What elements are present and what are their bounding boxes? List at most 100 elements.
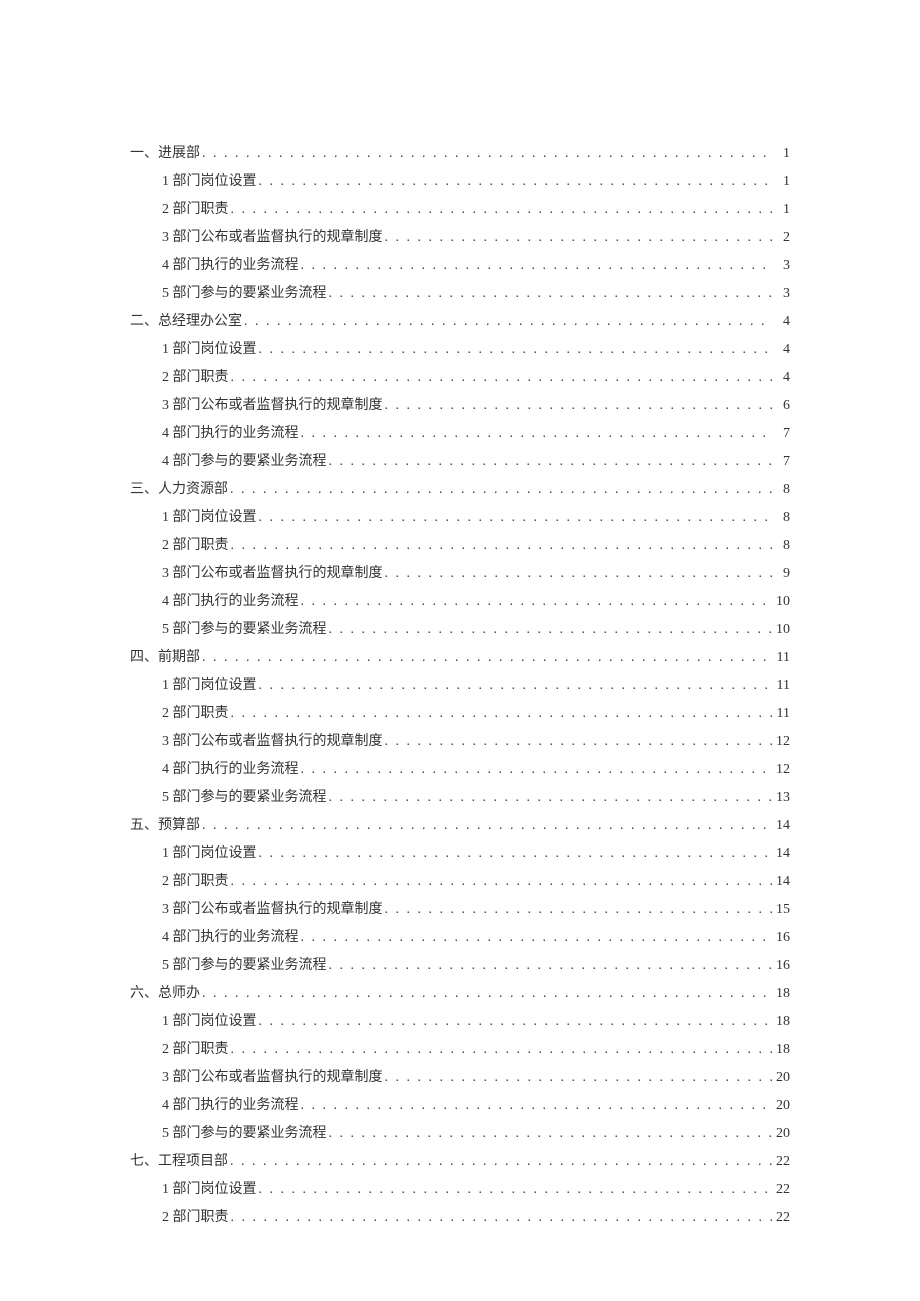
toc-entry-page: 22 — [772, 1204, 790, 1232]
toc-entry-label: 七、工程项目部 — [130, 1148, 228, 1176]
toc-leader-dots — [383, 1064, 773, 1092]
toc-entry: 1 部门岗位设置18 — [162, 1008, 790, 1036]
toc-leader-dots — [299, 1092, 773, 1120]
toc-entry-page: 20 — [772, 1064, 790, 1092]
toc-entry-label: 3 部门公布或者监督执行的规章制度 — [162, 728, 383, 756]
toc-entry: 六、总师办18 — [130, 980, 790, 1008]
toc-entry: 2 部门职责8 — [162, 532, 790, 560]
toc-entry-label: 三、人力资源部 — [130, 476, 228, 504]
toc-entry-label: 1 部门岗位设置 — [162, 840, 257, 868]
toc-entry: 4 部门执行的业务流程7 — [162, 420, 790, 448]
toc-entry-label: 2 部门职责 — [162, 868, 229, 896]
toc-entry-page: 8 — [772, 476, 790, 504]
toc-entry: 5 部门参与的要紧业务流程10 — [162, 616, 790, 644]
toc-entry: 5 部门参与的要紧业务流程16 — [162, 952, 790, 980]
toc-leader-dots — [327, 448, 773, 476]
toc-entry-label: 1 部门岗位设置 — [162, 336, 257, 364]
toc-entry-page: 11 — [772, 644, 790, 672]
toc-entry: 三、人力资源部 8 — [130, 476, 790, 504]
toc-entry-page: 14 — [772, 868, 790, 896]
toc-entry: 二、总经理办公室 4 — [130, 308, 790, 336]
toc-entry-label: 5 部门参与的要紧业务流程 — [162, 280, 327, 308]
toc-entry-page: 4 — [772, 364, 790, 392]
toc-leader-dots — [200, 812, 772, 840]
toc-leader-dots — [229, 1036, 773, 1064]
toc-entry: 2 部门职责4 — [162, 364, 790, 392]
toc-entry-label: 2 部门职责 — [162, 700, 229, 728]
toc-entry: 5 部门参与的要紧业务流程 20 — [162, 1120, 790, 1148]
toc-leader-dots — [257, 504, 773, 532]
toc-entry-page: 4 — [772, 308, 790, 336]
toc-entry-label: 3 部门公布或者监督执行的规章制度 — [162, 560, 383, 588]
toc-entry-label: 一、进展部 — [130, 140, 200, 168]
toc-leader-dots — [383, 224, 773, 252]
toc-entry-page: 8 — [772, 532, 790, 560]
toc-entry-label: 3 部门公布或者监督执行的规章制度 — [162, 1064, 383, 1092]
toc-entry-label: 2 部门职责 — [162, 196, 229, 224]
toc-leader-dots — [228, 476, 772, 504]
toc-entry-label: 5 部门参与的要紧业务流程 — [162, 1120, 327, 1148]
toc-entry: 一、进展部1 — [130, 140, 790, 168]
toc-entry-page: 10 — [772, 616, 790, 644]
toc-entry: 1 部门岗位设置 22 — [162, 1176, 790, 1204]
toc-entry-label: 4 部门执行的业务流程 — [162, 924, 299, 952]
toc-entry: 3 部门公布或者监督执行的规章制度9 — [162, 560, 790, 588]
toc-entry-page: 3 — [772, 280, 790, 308]
toc-entry: 1 部门岗位设置8 — [162, 504, 790, 532]
toc-entry: 3 部门公布或者监督执行的规章制度 20 — [162, 1064, 790, 1092]
toc-leader-dots — [327, 1120, 773, 1148]
toc-entry: 七、工程项目部 22 — [130, 1148, 790, 1176]
toc-entry-page: 18 — [772, 1036, 790, 1064]
toc-leader-dots — [257, 1008, 773, 1036]
toc-entry-label: 二、总经理办公室 — [130, 308, 242, 336]
toc-leader-dots — [257, 672, 773, 700]
toc-entry-page: 22 — [772, 1148, 790, 1176]
toc-entry-page: 11 — [772, 672, 790, 700]
toc-entry-page: 1 — [772, 196, 790, 224]
toc-leader-dots — [299, 756, 773, 784]
toc-entry-label: 4 部门执行的业务流程 — [162, 1092, 299, 1120]
toc-entry: 3 部门公布或者监督执行的规章制度 15 — [162, 896, 790, 924]
toc-entry-page: 22 — [772, 1176, 790, 1204]
toc-entry: 1 部门岗位设置 11 — [162, 672, 790, 700]
toc-leader-dots — [383, 392, 773, 420]
toc-entry: 3 部门公布或者监督执行的规章制度12 — [162, 728, 790, 756]
toc-leader-dots — [257, 1176, 773, 1204]
toc-leader-dots — [327, 616, 773, 644]
toc-entry-label: 1 部门岗位设置 — [162, 672, 257, 700]
toc-entry-label: 4 部门执行的业务流程 — [162, 420, 299, 448]
toc-entry-page: 4 — [772, 336, 790, 364]
toc-entry: 4 部门执行的业务流程12 — [162, 756, 790, 784]
toc-entry-label: 1 部门岗位设置 — [162, 1176, 257, 1204]
toc-entry-page: 14 — [772, 840, 790, 868]
toc-entry-page: 14 — [772, 812, 790, 840]
toc-leader-dots — [299, 588, 773, 616]
toc-entry-label: 4 部门执行的业务流程 — [162, 588, 299, 616]
toc-entry-page: 8 — [772, 504, 790, 532]
toc-entry-page: 15 — [772, 896, 790, 924]
toc-leader-dots — [242, 308, 772, 336]
toc-leader-dots — [383, 896, 773, 924]
toc-entry-page: 7 — [772, 448, 790, 476]
toc-leader-dots — [200, 140, 772, 168]
toc-entry-page: 20 — [772, 1120, 790, 1148]
toc-leader-dots — [200, 980, 772, 1008]
toc-leader-dots — [327, 952, 773, 980]
toc-entry-page: 20 — [772, 1092, 790, 1120]
toc-entry-label: 2 部门职责 — [162, 1036, 229, 1064]
toc-leader-dots — [229, 700, 773, 728]
toc-leader-dots — [383, 728, 773, 756]
toc-entry-page: 1 — [772, 168, 790, 196]
toc-entry-page: 10 — [772, 588, 790, 616]
toc-leader-dots — [257, 168, 773, 196]
toc-entry: 1 部门岗位设置 4 — [162, 336, 790, 364]
toc-entry: 4 部门执行的业务流程3 — [162, 252, 790, 280]
toc-leader-dots — [257, 840, 773, 868]
toc-entry: 2 部门职责11 — [162, 700, 790, 728]
toc-leader-dots — [229, 868, 773, 896]
table-of-contents: 一、进展部11 部门岗位设置12 部门职责13 部门公布或者监督执行的规章制度2… — [130, 140, 790, 1232]
toc-entry-page: 16 — [772, 952, 790, 980]
toc-entry: 2 部门职责 1 — [162, 196, 790, 224]
toc-entry-label: 3 部门公布或者监督执行的规章制度 — [162, 896, 383, 924]
toc-leader-dots — [299, 924, 773, 952]
